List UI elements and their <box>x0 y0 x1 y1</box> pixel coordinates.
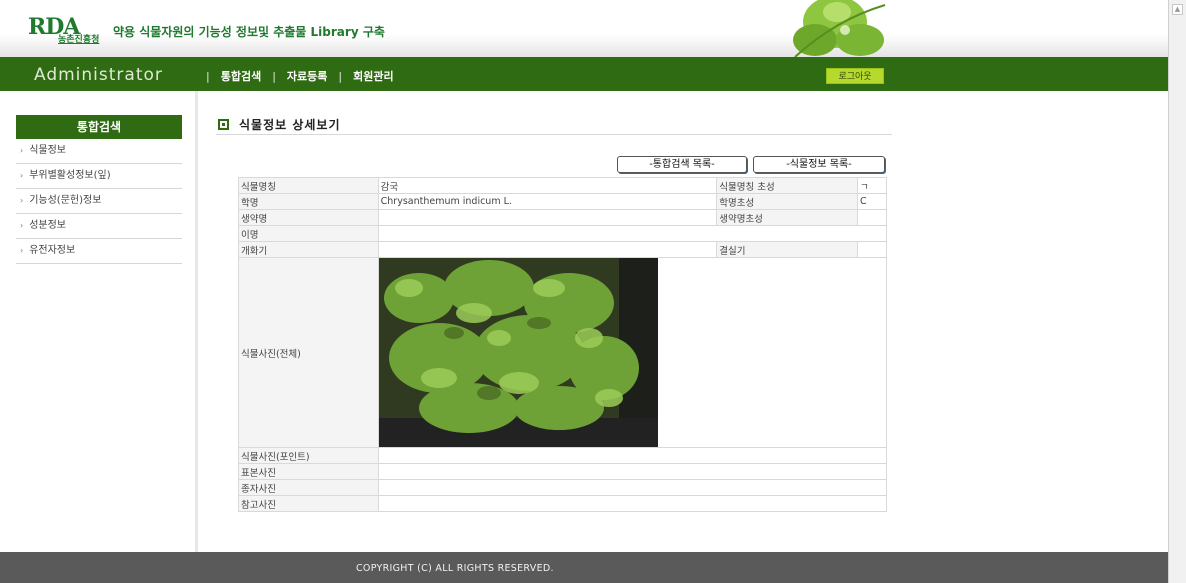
nav-item-register[interactable]: 자료등록 <box>287 68 327 84</box>
sidebar-menu: › 식물정보 › 부위별활성정보(잎) › 기능성(문헌)정보 › 성분정보 › 유전자정… <box>16 139 182 264</box>
main-content: 식물정보 상세보기 -통합검색 목록- -식물정보 목록- 식물명칭 감국 식물… <box>198 91 1168 552</box>
table-row: 참고사진 <box>238 495 888 512</box>
field-label: 학명초성 <box>716 193 858 210</box>
field-label: 결실기 <box>716 241 858 258</box>
site-footer: COPYRIGHT (C) ALL RIGHTS RESERVED. <box>0 552 1168 583</box>
heading-divider <box>216 134 892 135</box>
field-value: Chrysanthemum indicum L. <box>377 193 718 210</box>
field-value <box>377 209 718 226</box>
main-menu: | 통합검색 | 자료등록 | 회원관리 <box>195 68 394 84</box>
square-bullet-icon <box>218 119 229 130</box>
chevron-right-icon: › <box>20 221 24 230</box>
nav-item-members[interactable]: 회원관리 <box>353 68 393 84</box>
field-value <box>377 463 888 480</box>
field-label: 표본사진 <box>238 463 379 480</box>
chevron-right-icon: › <box>20 146 24 155</box>
site-title: 약용 식물자원의 기능성 정보및 추출물 Library 구축 <box>113 25 385 39</box>
field-value: C <box>857 193 887 210</box>
table-row: 개화기 결실기 <box>238 241 887 258</box>
plant-list-button[interactable]: -식물정보 목록- <box>753 156 885 173</box>
field-label: 식물사진(포인트) <box>238 447 379 464</box>
field-value <box>377 225 888 242</box>
rda-logo[interactable]: RDA 농촌진흥청 <box>28 14 110 45</box>
table-row: 종자사진 <box>238 479 888 496</box>
field-label: 식물명칭 초성 <box>716 177 858 194</box>
sidebar-item-part-activity[interactable]: › 부위별활성정보(잎) <box>16 164 182 189</box>
admin-label: Administrator <box>34 65 163 85</box>
scroll-up-icon[interactable]: ▲ <box>1172 4 1183 15</box>
chevron-right-icon: › <box>20 196 24 205</box>
field-label: 식물사진(전체) <box>238 257 379 448</box>
leaf-decoration-icon <box>793 0 886 57</box>
page-heading: 식물정보 상세보기 <box>218 116 341 133</box>
sidebar-item-gene-info[interactable]: › 유전자정보 <box>16 239 182 264</box>
copyright-text: COPYRIGHT (C) ALL RIGHTS RESERVED. <box>356 563 554 574</box>
sidebar-item-component-info[interactable]: › 성분정보 <box>16 214 182 239</box>
logout-button[interactable]: 로그아웃 <box>826 68 884 84</box>
field-label: 이명 <box>238 225 379 242</box>
sidebar-item-plant-info[interactable]: › 식물정보 <box>16 139 182 164</box>
logo-subtext: 농촌진흥청 <box>58 35 100 45</box>
site-header: RDA 농촌진흥청 약용 식물자원의 기능성 정보및 추출물 Library 구… <box>0 0 1168 57</box>
plant-detail-table: 식물명칭 감국 식물명칭 초성 ㄱ 학명 Chrysanthemum indic… <box>238 177 888 512</box>
sidebar-title: 통합검색 <box>16 115 182 139</box>
field-label: 참고사진 <box>238 495 379 512</box>
plant-photo[interactable] <box>378 258 658 447</box>
chevron-right-icon: › <box>20 171 24 180</box>
nav-separator: | <box>272 69 276 83</box>
nav-item-search[interactable]: 통합검색 <box>221 68 261 84</box>
photo-cell <box>377 257 888 448</box>
field-value <box>857 241 887 258</box>
table-row: 학명 Chrysanthemum indicum L. 학명초성 C <box>238 193 887 210</box>
field-label: 생약명 <box>238 209 379 226</box>
table-row: 생약명 생약명초성 <box>238 209 887 226</box>
chevron-right-icon: › <box>20 246 24 255</box>
table-row: 식물사진(전체) <box>238 257 888 448</box>
top-navbar: Administrator | 통합검색 | 자료등록 | 회원관리 로그아웃 <box>0 57 1168 91</box>
window-scrollbar[interactable]: ▲ <box>1168 0 1186 583</box>
sidebar-item-label: 기능성(문헌)정보 <box>29 195 102 206</box>
field-value <box>857 209 887 226</box>
sidebar: 통합검색 › 식물정보 › 부위별활성정보(잎) › 기능성(문헌)정보 › 성분정보 … <box>0 91 198 552</box>
field-value <box>377 495 888 512</box>
field-label: 개화기 <box>238 241 379 258</box>
field-value: ㄱ <box>857 177 887 194</box>
table-row: 표본사진 <box>238 463 888 480</box>
field-label: 식물명칭 <box>238 177 379 194</box>
sidebar-item-label: 성분정보 <box>29 220 67 231</box>
field-label: 학명 <box>238 193 379 210</box>
nav-separator: | <box>206 69 210 83</box>
sidebar-item-label: 유전자정보 <box>29 245 76 256</box>
search-list-button[interactable]: -통합검색 목록- <box>617 156 747 173</box>
table-row: 식물사진(포인트) <box>238 447 888 464</box>
field-value <box>377 447 888 464</box>
nav-separator: | <box>338 69 343 83</box>
table-row: 이명 <box>238 225 888 242</box>
field-label: 종자사진 <box>238 479 379 496</box>
sidebar-item-label: 식물정보 <box>29 145 67 156</box>
field-value <box>377 479 888 496</box>
field-label: 생약명초성 <box>716 209 858 226</box>
table-row: 식물명칭 감국 식물명칭 초성 ㄱ <box>238 177 887 194</box>
field-value <box>377 241 718 258</box>
sidebar-item-function-info[interactable]: › 기능성(문헌)정보 <box>16 189 182 214</box>
sidebar-item-label: 부위별활성정보(잎) <box>29 170 111 181</box>
page-title: 식물정보 상세보기 <box>239 118 341 132</box>
field-value: 감국 <box>377 177 718 194</box>
